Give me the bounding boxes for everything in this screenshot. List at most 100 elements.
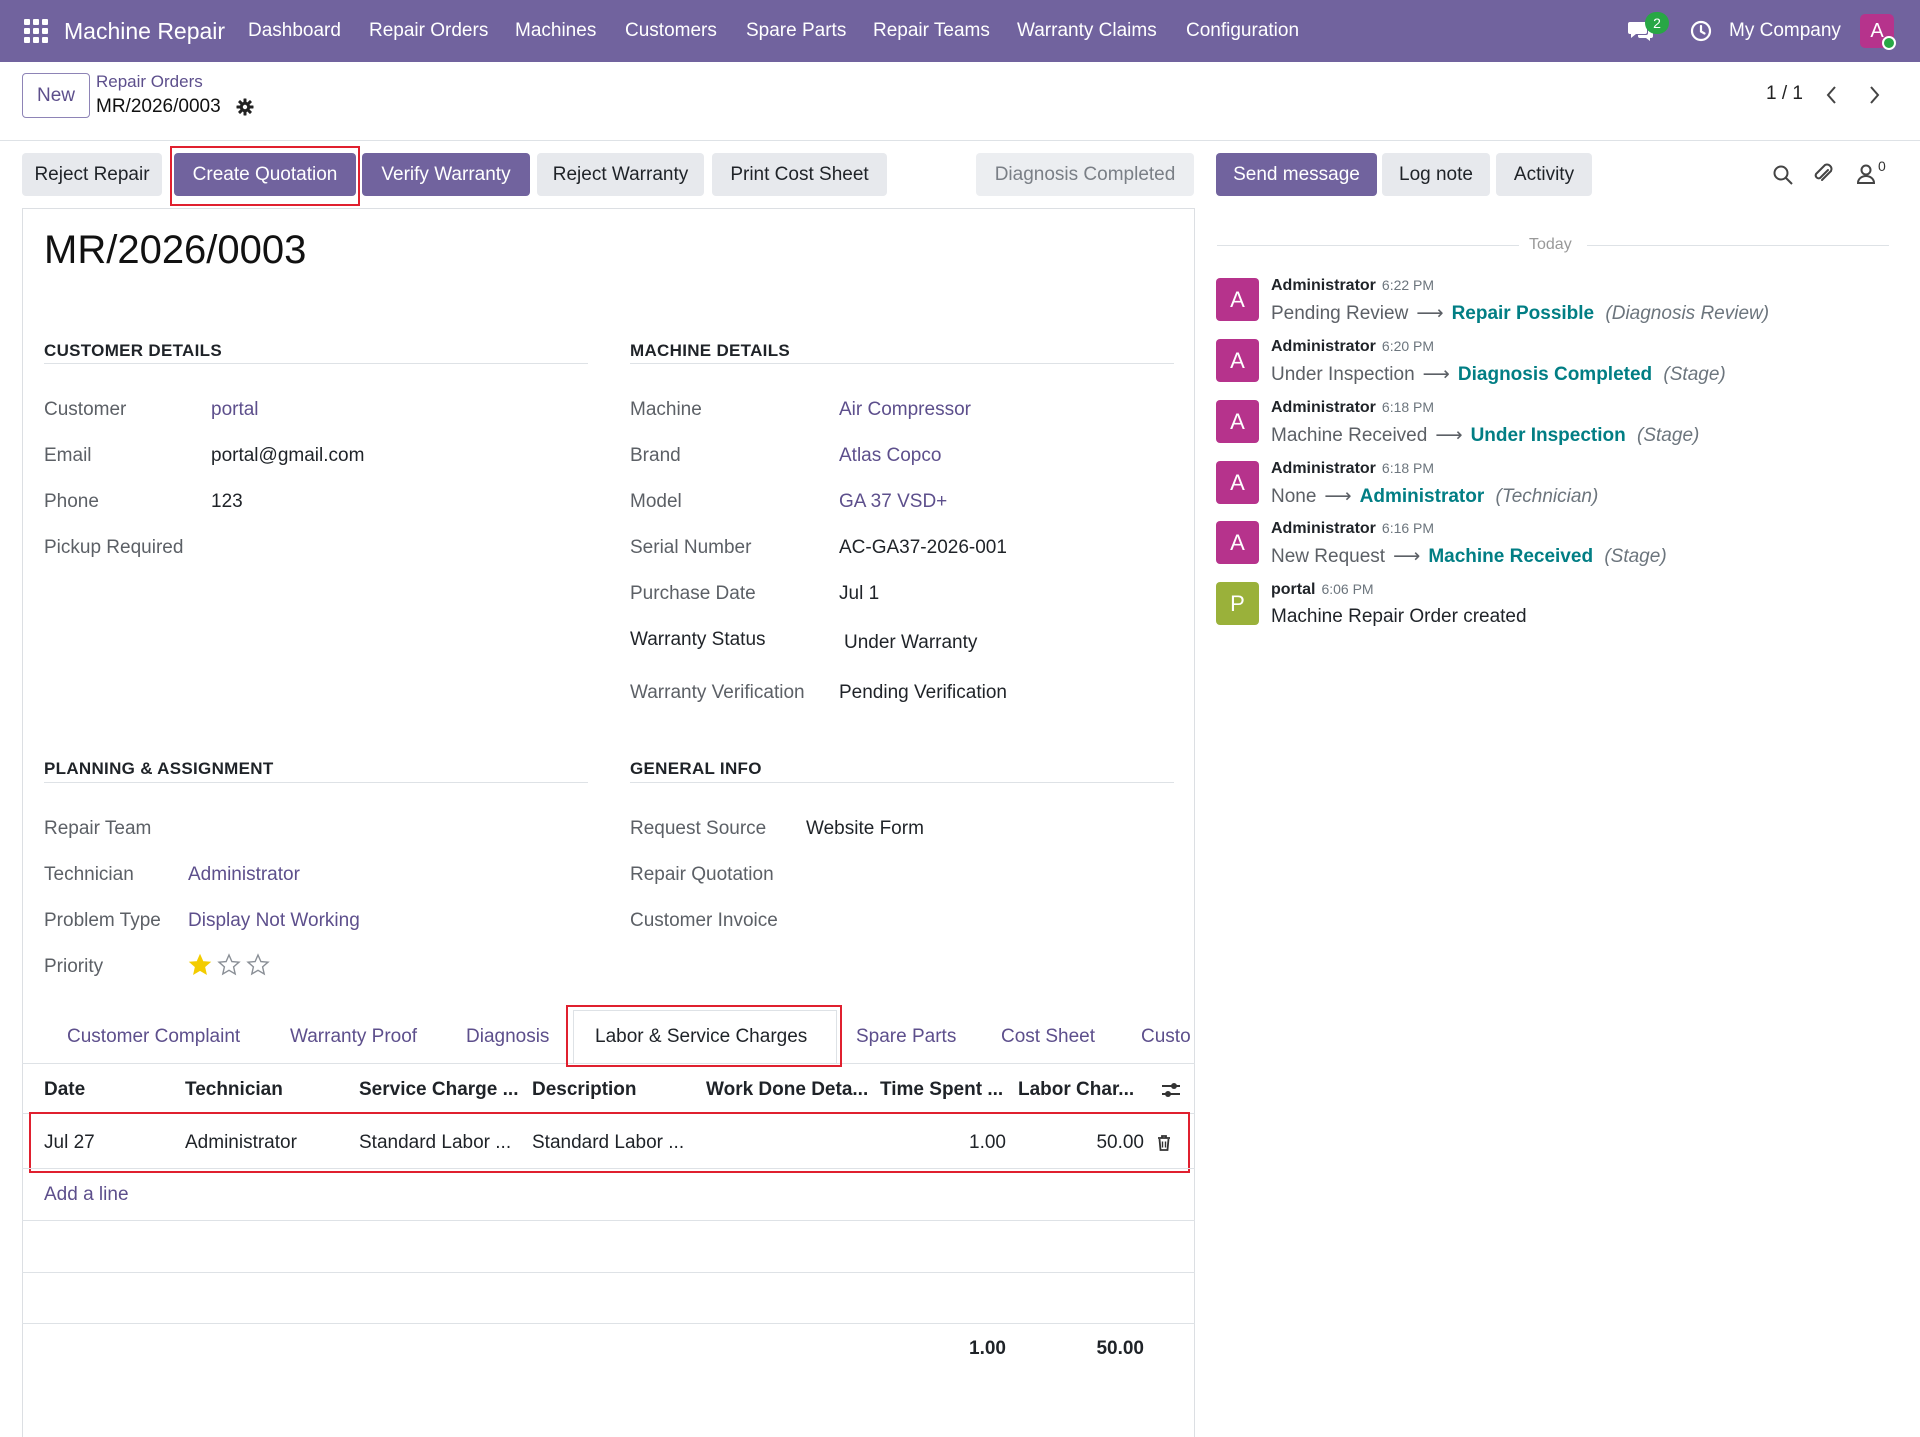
message-author-name[interactable]: Administrator [1271,520,1376,537]
cell-labor-charge[interactable]: 50.00 [1044,1132,1144,1154]
company-switcher[interactable]: My Company [1729,0,1841,62]
log-note-button[interactable]: Log note [1382,153,1490,196]
warranty-status-field[interactable]: Under Warranty [844,632,977,654]
tab-cost-sheet[interactable]: Cost Sheet [1001,1026,1095,1048]
app-brand[interactable]: Machine Repair [64,0,225,62]
message-body: Machine Repair Order created [1271,606,1527,628]
print-cost-sheet-button[interactable]: Print Cost Sheet [712,153,887,196]
message-author[interactable]: Administrator 6:20 PM [1271,338,1434,356]
breadcrumb-parent[interactable]: Repair Orders [96,72,203,92]
menu-spare-parts[interactable]: Spare Parts [746,0,846,62]
message-author[interactable]: Administrator 6:16 PM [1271,520,1434,538]
tab-labor-service-charges[interactable]: Labor & Service Charges [595,1026,807,1048]
cell-description[interactable]: Standard Labor ... [532,1132,684,1154]
trash-icon[interactable] [1157,1134,1171,1152]
cell-technician[interactable]: Administrator [185,1132,297,1154]
total-time-spent: 1.00 [969,1338,1006,1359]
paperclip-icon[interactable] [1812,162,1834,186]
menu-repair-teams[interactable]: Repair Teams [873,0,990,62]
apps-menu-icon[interactable] [24,19,48,43]
message-author[interactable]: Administrator 6:18 PM [1271,399,1434,417]
form-sheet [22,208,1195,1437]
message-avatar[interactable]: A [1216,400,1259,443]
star-filled-icon[interactable] [188,953,212,977]
message-time: 6:18 PM [1381,399,1435,415]
reject-warranty-button[interactable]: Reject Warranty [537,153,704,196]
pager-value[interactable]: 1 / 1 [1766,83,1803,105]
message-author-name[interactable]: Administrator [1271,460,1376,477]
menu-machines[interactable]: Machines [515,0,596,62]
purchase-date-field[interactable]: Jul 1 [839,583,879,605]
add-line-link[interactable]: Add a line [44,1184,129,1206]
message-avatar[interactable]: A [1216,521,1259,564]
activity-button[interactable]: Activity [1496,153,1592,196]
tab-diagnosis[interactable]: Diagnosis [466,1026,549,1048]
message-author-name[interactable]: Administrator [1271,399,1376,416]
column-header-work-done[interactable]: Work Done Deta... [706,1079,868,1101]
column-header-service-charge[interactable]: Service Charge ... [359,1079,518,1101]
brand-field[interactable]: Atlas Copco [839,445,941,467]
tracking-new-value: Administrator [1359,486,1485,507]
tab-warranty-proof[interactable]: Warranty Proof [290,1026,417,1048]
row-divider [22,1272,1195,1273]
serial-number-field[interactable]: AC-GA37-2026-001 [839,537,1007,559]
column-header-date[interactable]: Date [44,1079,85,1101]
tracking-field-name: (Diagnosis Review) [1600,303,1770,324]
tab-spare-parts[interactable]: Spare Parts [856,1026,956,1048]
message-author-name[interactable]: Administrator [1271,277,1376,294]
phone-field[interactable]: 123 [211,491,243,513]
create-quotation-button[interactable]: Create Quotation [174,153,356,196]
message-avatar[interactable]: A [1216,339,1259,382]
message-author[interactable]: Administrator 6:18 PM [1271,460,1434,478]
warranty-verification-field[interactable]: Pending Verification [839,682,1007,704]
star-empty-icon[interactable] [246,953,270,977]
star-empty-icon[interactable] [217,953,241,977]
cell-time-spent[interactable]: 1.00 [906,1132,1006,1154]
column-header-description[interactable]: Description [532,1079,637,1101]
tab-customer-truncated[interactable]: Custo [1141,1026,1193,1048]
column-header-time-spent[interactable]: Time Spent ... [880,1079,1003,1101]
reject-repair-button[interactable]: Reject Repair [22,153,162,196]
message-author[interactable]: portal 6:06 PM [1271,581,1374,599]
new-button[interactable]: New [22,73,90,118]
search-icon[interactable] [1772,164,1794,186]
activity-clock-icon[interactable] [1690,20,1712,42]
message-author-name[interactable]: Administrator [1271,338,1376,355]
message-body: New Request ⟶ Machine Received (Stage) [1271,545,1667,568]
machine-field[interactable]: Air Compressor [839,399,971,421]
message-avatar[interactable]: P [1216,582,1259,625]
menu-warranty-claims[interactable]: Warranty Claims [1017,0,1157,62]
cell-service-charge[interactable]: Standard Labor ... [359,1132,511,1154]
chevron-left-icon[interactable] [1824,85,1840,105]
menu-configuration[interactable]: Configuration [1186,0,1299,62]
gear-icon[interactable] [236,98,254,116]
message-body: Under Inspection ⟶ Diagnosis Completed (St… [1271,363,1726,386]
message-author-name[interactable]: portal [1271,581,1315,598]
email-field[interactable]: portal@gmail.com [211,445,364,467]
menu-customers[interactable]: Customers [625,0,717,62]
customer-field[interactable]: portal [211,399,259,421]
tracking-old-value: None [1271,486,1317,507]
model-field[interactable]: GA 37 VSD+ [839,491,947,513]
menu-repair-orders[interactable]: Repair Orders [369,0,488,62]
column-header-technician[interactable]: Technician [185,1079,283,1101]
column-settings-icon[interactable] [1160,1080,1182,1100]
message-avatar[interactable]: A [1216,278,1259,321]
message-author[interactable]: Administrator 6:22 PM [1271,277,1434,295]
verify-warranty-button[interactable]: Verify Warranty [362,153,530,196]
message-avatar[interactable]: A [1216,461,1259,504]
send-message-button[interactable]: Send message [1216,153,1377,196]
column-header-labor-charge[interactable]: Labor Char... [1018,1079,1134,1101]
followers-icon[interactable] [1856,163,1876,185]
technician-field[interactable]: Administrator [188,864,300,886]
chevron-right-icon[interactable] [1866,85,1882,105]
cell-date[interactable]: Jul 27 [44,1132,95,1154]
table-header-divider [22,1113,1195,1114]
tab-customer-complaint[interactable]: Customer Complaint [67,1026,240,1048]
problem-type-field[interactable]: Display Not Working [188,910,360,932]
stage-status-badge[interactable]: Diagnosis Completed [976,153,1194,196]
record-title[interactable]: MR/2026/0003 [44,228,306,273]
request-source-field[interactable]: Website Form [806,818,924,840]
tracking-new-value: Diagnosis Completed [1457,364,1653,385]
menu-dashboard[interactable]: Dashboard [248,0,341,62]
